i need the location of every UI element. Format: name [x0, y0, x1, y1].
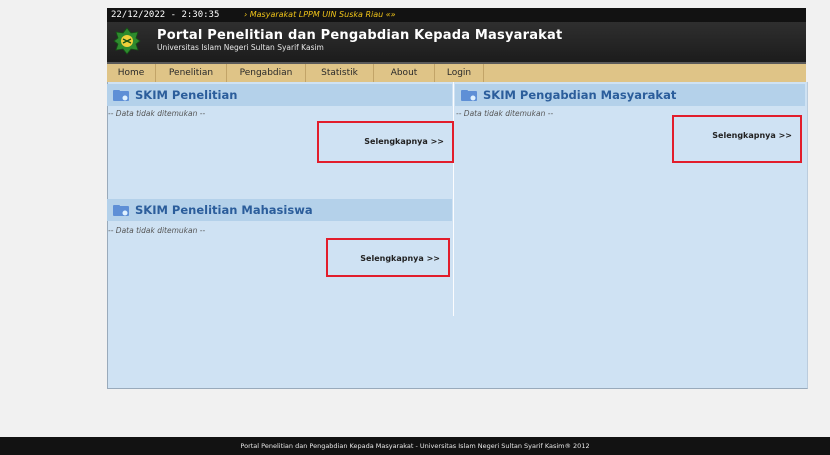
site-title: Portal Penelitian dan Pengabdian Kepada …: [157, 28, 563, 43]
nav-statistik[interactable]: Statistik: [306, 64, 374, 82]
empty-message-penelitian: -- Data tidak ditemukan --: [108, 109, 206, 118]
panel-header-pengabdian: SKIM Pengabdian Masyarakat: [455, 84, 805, 106]
marquee-text: › Masyarakat LPPM UIN Suska Riau «»: [244, 10, 396, 19]
selengkapnya-link-mahasiswa[interactable]: Selengkapnya >>: [326, 238, 450, 277]
column-divider: [453, 82, 454, 316]
panel-header-penelitian: SKIM Penelitian: [107, 84, 452, 106]
folder-icon: [113, 205, 129, 216]
nav-home[interactable]: Home: [107, 64, 156, 82]
top-status-bar: 22/12/2022 - 2:30:35 › Masyarakat LPPM U…: [107, 8, 806, 22]
datetime-text: 22/12/2022 - 2:30:35: [111, 10, 220, 20]
folder-icon: [113, 90, 129, 101]
main-nav: Home Penelitian Pengabdian Statistik Abo…: [107, 64, 806, 83]
nav-penelitian[interactable]: Penelitian: [156, 64, 227, 82]
nav-login[interactable]: Login: [435, 64, 484, 82]
site-footer: Portal Penelitian dan Pengabdian Kepada …: [0, 437, 830, 455]
folder-icon: [461, 90, 477, 101]
panel-title-mahasiswa: SKIM Penelitian Mahasiswa: [135, 203, 313, 217]
empty-message-pengabdian: -- Data tidak ditemukan --: [456, 109, 554, 118]
nav-pengabdian[interactable]: Pengabdian: [227, 64, 306, 82]
nav-about[interactable]: About: [374, 64, 435, 82]
selengkapnya-link-penelitian[interactable]: Selengkapnya >>: [317, 121, 454, 163]
university-logo-icon: [113, 27, 141, 55]
panel-title-pengabdian: SKIM Pengabdian Masyarakat: [483, 88, 677, 102]
site-subtitle: Universitas Islam Negeri Sultan Syarif K…: [157, 43, 324, 52]
panel-header-mahasiswa: SKIM Penelitian Mahasiswa: [107, 199, 452, 221]
empty-message-mahasiswa: -- Data tidak ditemukan --: [108, 226, 206, 235]
selengkapnya-link-pengabdian[interactable]: Selengkapnya >>: [672, 115, 802, 163]
panel-title-penelitian: SKIM Penelitian: [135, 88, 238, 102]
site-header: Portal Penelitian dan Pengabdian Kepada …: [107, 22, 806, 65]
